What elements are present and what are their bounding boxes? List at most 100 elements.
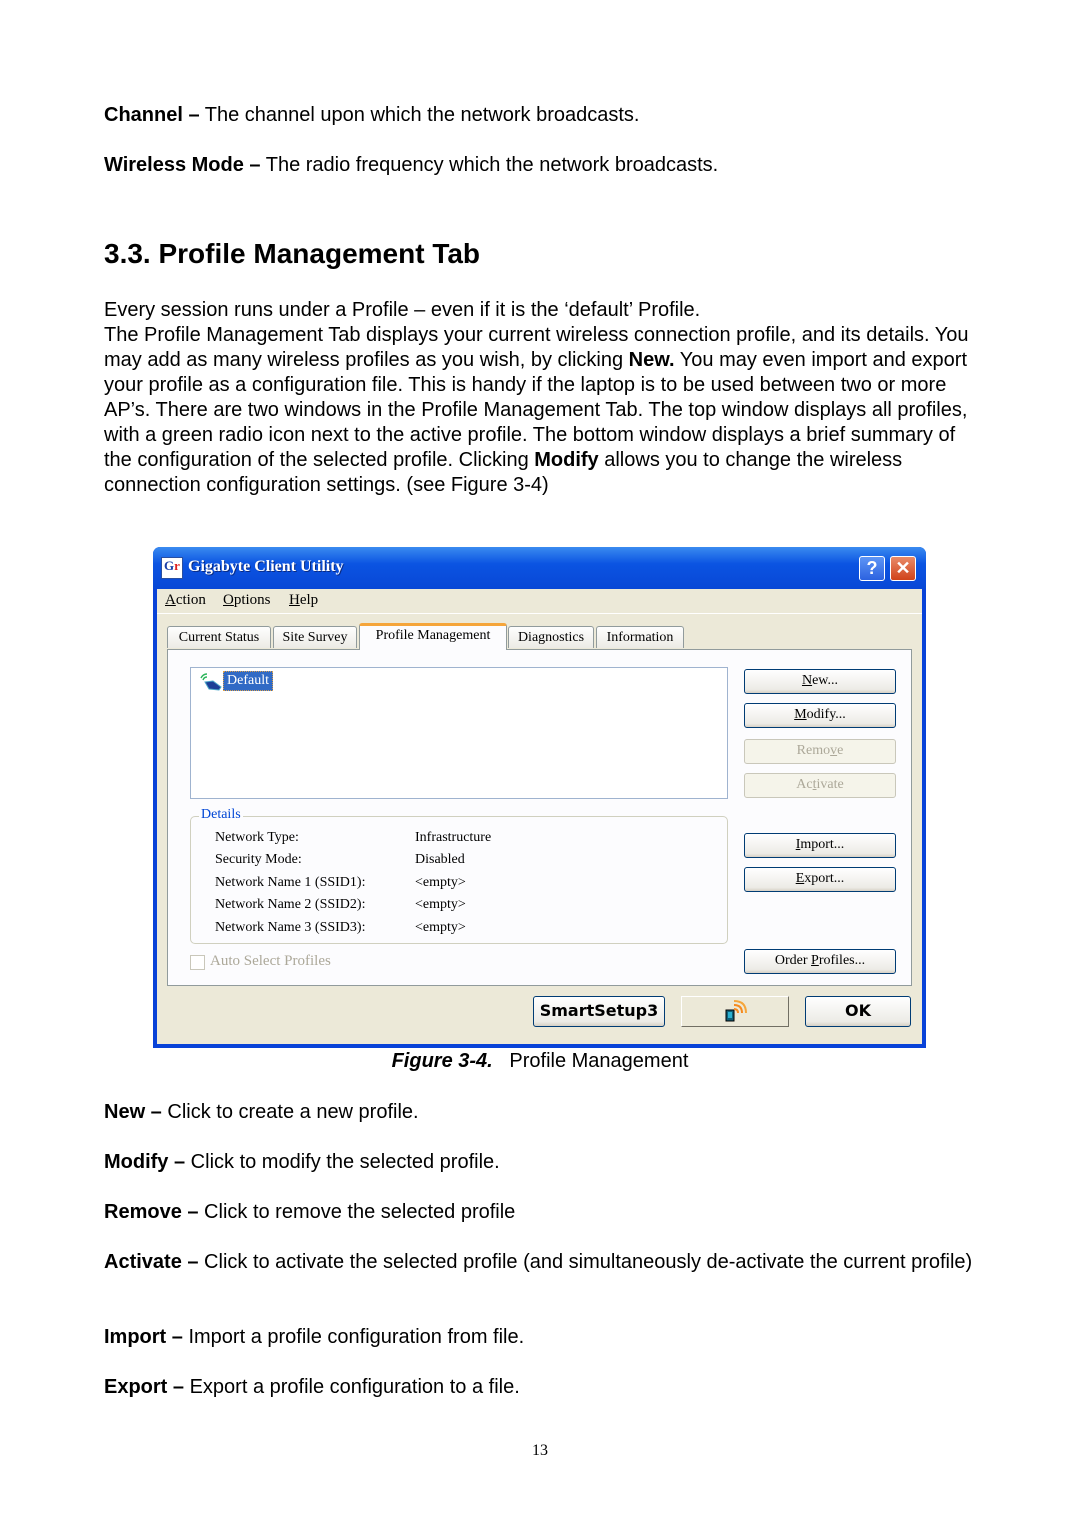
new-button[interactable]: New... <box>744 669 896 694</box>
auto-select-label: Auto Select Profiles <box>210 953 331 969</box>
definition-desc: Export a profile configuration to a file… <box>184 1376 520 1398</box>
bold-text: Modify <box>534 449 599 471</box>
details-legend: Details <box>199 807 243 823</box>
tab-diagnostics[interactable]: Diagnostics <box>508 626 594 648</box>
wireless-signal-icon <box>725 1000 747 1022</box>
definition-term: Channel – <box>104 104 200 126</box>
definition-remove: Remove – Click to remove the selected pr… <box>104 1200 515 1225</box>
definition-desc: Click to create a new profile. <box>161 1101 419 1123</box>
detail-value: <empty> <box>415 897 466 912</box>
details-group: Details Network Type: Infrastructure Sec… <box>190 807 728 944</box>
tab-current-status[interactable]: Current Status <box>167 626 271 648</box>
detail-value: Disabled <box>415 852 465 867</box>
mnemonic: A <box>165 592 176 608</box>
activate-button[interactable]: Activate <box>744 773 896 798</box>
definition-term: Remove – <box>104 1201 199 1223</box>
ok-button[interactable]: OK <box>805 996 911 1027</box>
gigabyte-logo-icon: Gr <box>161 557 183 579</box>
button-label: e <box>837 743 844 758</box>
channel-definition: Channel – The channel upon which the net… <box>104 103 639 128</box>
profile-list[interactable]: Default <box>190 667 728 799</box>
wireless-status-button[interactable] <box>681 996 789 1027</box>
figure-reference: (see Figure 3-4) <box>406 474 549 496</box>
definition-modify: Modify – Click to modify the selected pr… <box>104 1150 500 1175</box>
menu-label: ptions <box>233 592 271 608</box>
button-label: mport... <box>800 837 845 852</box>
mnemonic: O <box>223 592 234 608</box>
modify-button[interactable]: Modify... <box>744 703 896 728</box>
figure-title: Profile Management <box>492 1050 689 1072</box>
definition-activate: Activate – Click to activate the selecte… <box>104 1250 984 1275</box>
definition-term: Import – <box>104 1326 183 1348</box>
definition-term: Modify – <box>104 1151 186 1173</box>
export-button[interactable]: Export... <box>744 867 896 892</box>
detail-label: Network Type: <box>215 830 299 845</box>
remove-button[interactable]: Remove <box>744 739 896 764</box>
section-body: Every session runs under a Profile – eve… <box>104 298 984 498</box>
smartsetup-button[interactable]: SmartSetup3 <box>533 996 665 1027</box>
paragraph: The Profile Management Tab displays your… <box>104 323 984 498</box>
client-utility-window: Gr Gigabyte Client Utility ? ✕ Action Op… <box>153 547 926 1048</box>
button-label: ivate <box>816 777 844 792</box>
detail-value: <empty> <box>415 920 466 935</box>
window-client-area: Action Options Help Current Status Site … <box>157 589 922 1044</box>
help-button[interactable]: ? <box>859 556 885 581</box>
close-button[interactable]: ✕ <box>890 556 916 581</box>
figure-label: Figure 3-4. <box>391 1050 493 1072</box>
mnemonic: H <box>289 592 300 608</box>
definition-term: Activate – <box>104 1251 199 1273</box>
auto-select-checkbox[interactable] <box>190 955 205 970</box>
page-number: 13 <box>532 1442 548 1459</box>
import-button[interactable]: Import... <box>744 833 896 858</box>
definition-new: New – Click to create a new profile. <box>104 1100 419 1125</box>
definition-desc: Click to remove the selected profile <box>198 1201 516 1223</box>
mnemonic: P <box>811 953 819 968</box>
active-radio-icon <box>200 673 222 691</box>
detail-value: Infrastructure <box>415 830 492 845</box>
definition-desc: Click to modify the selected profile. <box>185 1151 500 1173</box>
mnemonic: E <box>795 871 805 886</box>
definition-desc: The channel upon which the network broad… <box>199 104 640 126</box>
definition-desc: The radio frequency which the network br… <box>260 154 719 176</box>
definition-export: Export – Export a profile configuration … <box>104 1375 520 1400</box>
definition-desc: Click to activate the selected profile (… <box>198 1251 973 1273</box>
button-label: xport... <box>804 871 845 886</box>
button-label: Ac <box>796 777 813 792</box>
detail-value: <empty> <box>415 875 466 890</box>
bold-text: New. <box>628 349 675 371</box>
menu-options[interactable]: Options <box>223 592 271 609</box>
detail-label: Network Name 1 (SSID1): <box>215 875 366 890</box>
mnemonic: M <box>794 707 807 722</box>
definition-desc: Import a profile configuration from file… <box>182 1326 525 1348</box>
window-title: Gigabyte Client Utility <box>188 558 344 575</box>
button-label: odify... <box>806 707 846 722</box>
profile-name: Default <box>223 671 273 691</box>
definition-term: Wireless Mode – <box>104 154 261 176</box>
detail-label: Network Name 2 (SSID2): <box>215 897 366 912</box>
menu-label: elp <box>299 592 319 608</box>
tab-information[interactable]: Information <box>596 626 684 648</box>
profile-management-panel: Default New... Modify... Remove Activate… <box>167 649 912 986</box>
button-label: Remo <box>796 743 831 758</box>
tab-site-survey[interactable]: Site Survey <box>273 626 357 648</box>
button-label: rofiles... <box>818 953 866 968</box>
button-label: ew... <box>812 673 839 688</box>
button-label: Order <box>774 953 812 968</box>
mnemonic: N <box>801 673 813 688</box>
section-heading: 3.3. Profile Management Tab <box>104 238 481 269</box>
paragraph: Every session runs under a Profile – eve… <box>104 299 701 321</box>
title-bar[interactable]: Gr Gigabyte Client Utility ? ✕ <box>153 547 926 589</box>
detail-label: Network Name 3 (SSID3): <box>215 920 366 935</box>
menu-action[interactable]: Action <box>165 592 206 609</box>
order-profiles-button[interactable]: Order Profiles... <box>744 949 896 974</box>
tab-profile-management[interactable]: Profile Management <box>359 623 507 650</box>
menu-help[interactable]: Help <box>289 592 318 609</box>
figure-caption: Figure 3-4. Profile Management <box>0 1050 1080 1073</box>
detail-label: Security Mode: <box>215 852 302 867</box>
wireless-mode-definition: Wireless Mode – The radio frequency whic… <box>104 153 718 178</box>
definition-term: Export – <box>104 1376 185 1398</box>
menu-label: ction <box>175 592 206 608</box>
definition-import: Import – Import a profile configuration … <box>104 1325 524 1350</box>
definition-term: New – <box>104 1101 162 1123</box>
menu-bar: Action Options Help <box>157 589 922 614</box>
